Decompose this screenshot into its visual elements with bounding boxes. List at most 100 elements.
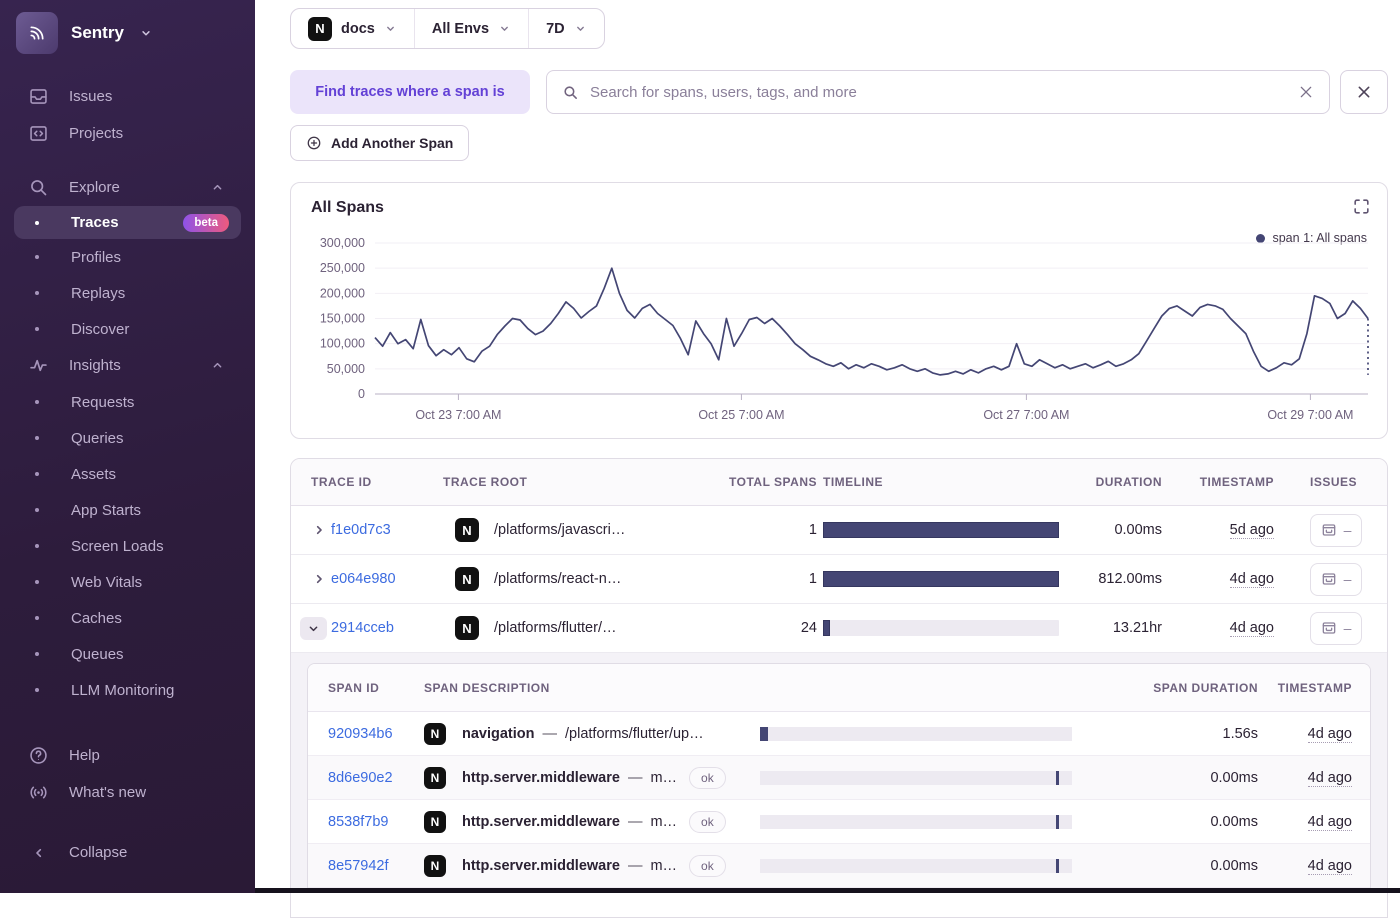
sidebar-collapse-button[interactable]: Collapse <box>0 834 255 871</box>
timeline-track <box>823 620 1059 636</box>
x-axis-label: Oct 29 7:00 AM <box>1267 408 1353 422</box>
duration-value: 0.00ms <box>1114 522 1162 538</box>
sidebar-item-label: Help <box>69 747 100 764</box>
sidebar-item-web-vitals[interactable]: Web Vitals <box>0 564 255 600</box>
span-table-row[interactable]: 8d6e90e2 Nhttp.server.middleware — m… ok 0.00… <box>308 756 1370 800</box>
expand-trace-button[interactable] <box>311 522 327 538</box>
timestamp-link[interactable]: 4d ago <box>1229 620 1274 637</box>
trace-table-row[interactable]: e064e980 N/platforms/react-n… 1 812.00ms 4d … <box>291 555 1387 604</box>
sidebar-item-caches[interactable]: Caches <box>0 600 255 636</box>
find-traces-label[interactable]: Find traces where a span is <box>290 70 530 114</box>
sidebar-footer: Help What's new <box>0 737 255 811</box>
span-table-row[interactable]: 920934b6 Nnavigation — /platforms/flutter/u… <box>308 712 1370 756</box>
trace-id-link[interactable]: f1e0d7c3 <box>331 522 443 538</box>
chevron-up-icon <box>210 180 225 195</box>
span-timeline-cell <box>760 770 1090 785</box>
span-search-input[interactable] <box>590 83 1287 101</box>
sidebar-item-what-s-new[interactable]: What's new <box>0 774 255 811</box>
span-operation: navigation <box>462 725 535 742</box>
issues-button[interactable]: – <box>1310 611 1362 645</box>
sidebar-item-label: Traces <box>71 214 119 231</box>
sidebar-item-label: Projects <box>69 125 124 142</box>
timestamp-link[interactable]: 4d ago <box>1307 725 1352 743</box>
sidebar-item-assets[interactable]: Assets <box>0 456 255 492</box>
span-table-row[interactable]: 8538f7b9 Nhttp.server.middleware — m… ok 0.00… <box>308 800 1370 844</box>
sidebar-item-queries[interactable]: Queries <box>0 420 255 456</box>
timestamp-link[interactable]: 4d ago <box>1229 571 1274 588</box>
span-timestamp-cell: 4d ago <box>1258 813 1370 831</box>
sidebar-item-profiles[interactable]: Profiles <box>0 239 255 275</box>
column-header-trace-id: TRACE ID <box>311 475 372 489</box>
sidebar-item-llm-monitoring[interactable]: LLM Monitoring <box>0 672 255 708</box>
trace-id-link[interactable]: 2914cceb <box>331 620 443 636</box>
plus-circle-icon <box>306 135 322 151</box>
collapse-trace-button[interactable] <box>300 616 327 640</box>
sidebar: Sentry Issues Projects Explore Traces beta Pr… <box>0 0 255 893</box>
project-selector[interactable]: N docs <box>291 9 414 48</box>
span-timeline-bar <box>1056 770 1060 785</box>
sidebar-item-label: Web Vitals <box>71 573 143 591</box>
timestamp-link[interactable]: 4d ago <box>1307 857 1352 875</box>
sidebar-nav: Issues Projects Explore Traces beta Profiles R… <box>0 64 255 871</box>
insights-icon <box>28 355 49 376</box>
span-table-row[interactable]: 8e57942f Nhttp.server.middleware — m… ok 0.00… <box>308 844 1370 888</box>
sidebar-item-app-starts[interactable]: App Starts <box>0 492 255 528</box>
remove-span-filter-button[interactable] <box>1340 70 1388 114</box>
org-switcher[interactable]: Sentry <box>0 0 255 64</box>
trace-id-link[interactable]: e064e980 <box>331 571 443 587</box>
timestamp-link[interactable]: 5d ago <box>1229 522 1274 539</box>
expand-chart-icon[interactable] <box>1352 197 1371 216</box>
duration-value: 13.21hr <box>1112 620 1162 636</box>
sidebar-item-queues[interactable]: Queues <box>0 636 255 672</box>
sidebar-section-explore[interactable]: Explore <box>0 169 255 206</box>
sidebar-item-help[interactable]: Help <box>0 737 255 774</box>
span-timestamp-cell: 4d ago <box>1258 857 1370 875</box>
span-description-text: m… <box>650 857 678 874</box>
environment-selector[interactable]: All Envs <box>413 9 528 48</box>
timestamp-link[interactable]: 4d ago <box>1307 813 1352 831</box>
column-header-span-duration: SPAN DURATION <box>1153 680 1258 695</box>
span-description-cell: http.server.middleware — m… ok <box>462 854 760 877</box>
span-timeline-track <box>760 814 1072 829</box>
timeline-cell <box>823 571 1059 587</box>
span-timeline-cell <box>760 814 1090 829</box>
sidebar-item-replays[interactable]: Replays <box>0 275 255 311</box>
span-id-link[interactable]: 8538f7b9 <box>328 814 388 830</box>
span-id-link[interactable]: 920934b6 <box>328 726 393 742</box>
trace-table-row[interactable]: 2914cceb N/platforms/flutter/… 24 13.21hr 4d… <box>291 604 1387 653</box>
span-id-link[interactable]: 8e57942f <box>328 858 388 874</box>
span-separator: — <box>627 857 643 874</box>
span-status-badge: ok <box>689 810 726 833</box>
issues-button[interactable]: – <box>1310 562 1362 596</box>
sidebar-section-insights[interactable]: Insights <box>0 347 255 384</box>
span-id-link[interactable]: 8d6e90e2 <box>328 770 393 786</box>
sidebar-item-requests[interactable]: Requests <box>0 384 255 420</box>
trace-table-row[interactable]: f1e0d7c3 N/platforms/javascri… 1 0.00ms 5d a… <box>291 506 1387 555</box>
sidebar-item-discover[interactable]: Discover <box>0 311 255 347</box>
sidebar-item-label: Collapse <box>69 844 128 861</box>
column-header-timeline: TIMELINE <box>823 475 883 489</box>
sidebar-item-label: What's new <box>69 784 147 801</box>
span-timestamp-cell: 4d ago <box>1258 769 1370 787</box>
sidebar-item-label: Discover <box>71 320 130 338</box>
span-timeline-track <box>760 770 1072 785</box>
timestamp-link[interactable]: 4d ago <box>1307 769 1352 787</box>
help-icon <box>28 745 49 766</box>
column-header-total-spans: TOTAL SPANS <box>729 475 817 489</box>
span-timeline-cell <box>760 858 1090 873</box>
clear-search-icon[interactable] <box>1298 84 1314 100</box>
span-id-cell: 920934b6 <box>308 725 424 743</box>
issues-button[interactable]: – <box>1310 513 1362 547</box>
date-range-selector[interactable]: 7D <box>528 9 604 48</box>
trace-root-text: /platforms/flutter/… <box>494 620 617 636</box>
span-id-cell: 8d6e90e2 <box>308 769 424 787</box>
issues-cell: – <box>1286 562 1387 596</box>
bullet-icon <box>35 291 39 295</box>
sidebar-item-label: App Starts <box>71 501 142 519</box>
sidebar-item-projects[interactable]: Projects <box>0 115 255 152</box>
sidebar-item-issues[interactable]: Issues <box>0 78 255 115</box>
sidebar-item-screen-loads[interactable]: Screen Loads <box>0 528 255 564</box>
sidebar-item-traces[interactable]: Traces beta <box>14 206 241 239</box>
add-another-span-button[interactable]: Add Another Span <box>290 125 470 161</box>
expand-trace-button[interactable] <box>311 571 327 587</box>
